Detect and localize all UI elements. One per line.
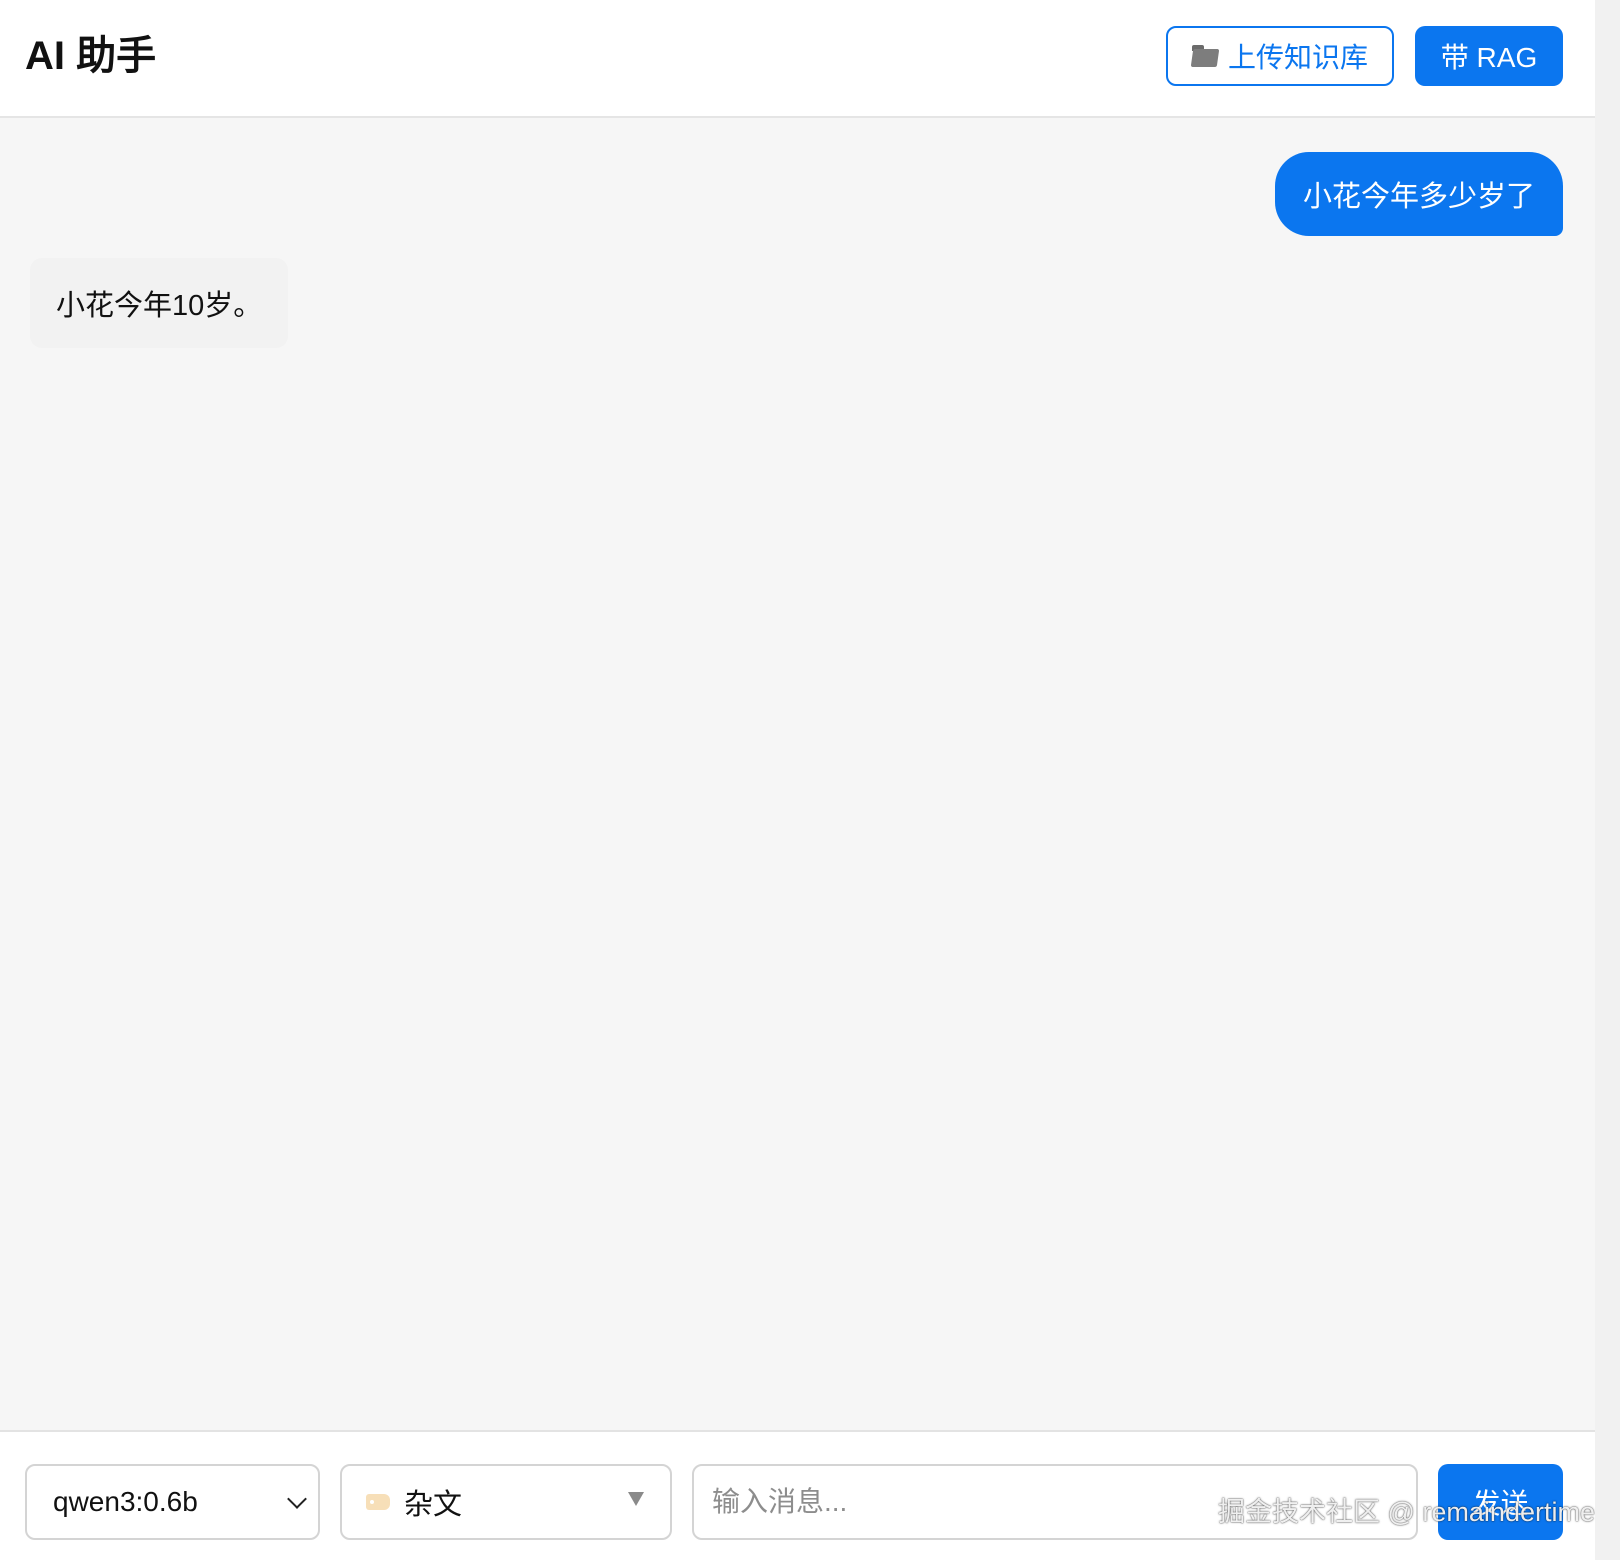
chevron-down-icon xyxy=(287,1489,307,1509)
rag-button-label: 带 RAG xyxy=(1440,42,1538,73)
dropdown-triangle-icon xyxy=(628,1492,644,1506)
user-message-text: 小花今年多少岁了 xyxy=(1302,181,1535,213)
window-edge xyxy=(1595,0,1620,1560)
user-message-bubble: 小花今年多少岁了 xyxy=(1274,152,1563,236)
header-bar: AI 助手 上传知识库 带 RAG xyxy=(0,0,1595,118)
knowledge-base-select[interactable]: 杂文 xyxy=(340,1464,672,1540)
app-window: AI 助手 上传知识库 带 RAG 小花今年多少岁了 小花今年10岁。 qwen… xyxy=(0,0,1595,1560)
input-bar: qwen3:0.6b 杂文 发送 xyxy=(0,1430,1595,1560)
upload-button-label: 上传知识库 xyxy=(1227,42,1368,73)
upload-knowledge-base-button[interactable]: 上传知识库 xyxy=(1166,26,1394,86)
rag-toggle-button[interactable]: 带 RAG xyxy=(1415,26,1563,86)
folder-icon xyxy=(1191,45,1218,67)
model-select[interactable]: qwen3:0.6b xyxy=(25,1464,320,1540)
model-select-value: qwen3:0.6b xyxy=(53,1486,198,1517)
assistant-message-bubble: 小花今年10岁。 xyxy=(30,258,289,348)
tag-icon xyxy=(366,1494,390,1510)
page-title: AI 助手 xyxy=(25,34,157,78)
send-button[interactable]: 发送 xyxy=(1438,1464,1563,1540)
send-button-label: 发送 xyxy=(1472,1488,1529,1519)
message-input[interactable] xyxy=(692,1464,1418,1540)
chat-message-area[interactable]: 小花今年多少岁了 小花今年10岁。 xyxy=(0,118,1595,1430)
knowledge-base-select-value: 杂文 xyxy=(404,1489,463,1521)
assistant-message-text: 小花今年10岁。 xyxy=(56,290,263,322)
